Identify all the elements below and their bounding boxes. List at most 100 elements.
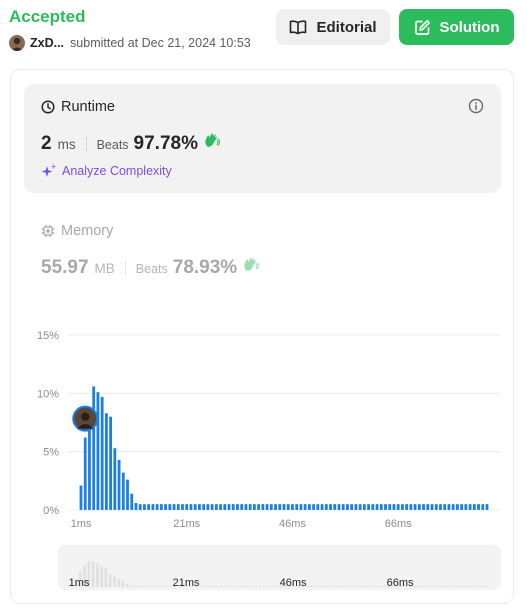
chart-bar: [113, 448, 117, 510]
author-name[interactable]: ZxD...: [30, 36, 64, 50]
chart-bar: [350, 504, 354, 510]
chart-bar: [223, 504, 227, 510]
navigator-bar: [455, 585, 459, 587]
chart-bar: [151, 504, 155, 510]
navigator-bar: [314, 585, 318, 587]
avatar[interactable]: [9, 35, 25, 51]
chart-bar: [143, 504, 146, 510]
navigator-bar: [344, 585, 348, 587]
navigator-bar: [327, 585, 330, 587]
chart-bar: [181, 504, 184, 510]
chart-bar: [485, 504, 489, 510]
navigator-bar: [485, 585, 489, 587]
book-open-icon: [290, 20, 307, 35]
navigator-bar: [250, 585, 253, 587]
y-tick-label: 0%: [43, 505, 59, 517]
chart-bar: [155, 504, 159, 510]
navigator-bar: [160, 585, 163, 587]
chart-bar: [451, 504, 455, 510]
chart-bar: [189, 504, 193, 510]
navigator-bar: [168, 585, 172, 587]
navigator-bar: [382, 585, 386, 587]
navigator-bar: [421, 585, 425, 587]
navigator-bar: [220, 585, 223, 587]
navigator-bar: [117, 579, 121, 587]
navigator-bar: [156, 585, 159, 587]
chart-bar: [468, 504, 472, 510]
chart-bar: [405, 504, 409, 510]
navigator-bar: [130, 585, 133, 587]
navigator-bar: [472, 585, 476, 587]
chart-bar: [138, 504, 142, 510]
navigator-bar: [100, 566, 103, 587]
chart-bar: [472, 504, 476, 510]
chart-bar: [303, 504, 307, 510]
navigator-bar: [361, 585, 365, 587]
navigator-bar: [275, 585, 279, 587]
chart-bar: [79, 485, 83, 510]
chart-bar: [358, 504, 362, 510]
chart-bar: [206, 504, 210, 510]
chart-bar: [430, 504, 434, 510]
chart-bar: [481, 504, 485, 510]
navigator-bar: [245, 585, 249, 587]
navigator-bar: [318, 585, 322, 587]
navigator-bar: [477, 585, 480, 587]
chart-bar: [295, 504, 299, 510]
navigator-bar: [352, 585, 356, 587]
navigator-bar: [348, 585, 352, 587]
navigator-bar: [331, 585, 335, 587]
navigator-bar: [113, 576, 116, 587]
chart-bar: [341, 504, 345, 510]
chart-bar: [329, 504, 332, 510]
chart-bar: [261, 504, 265, 510]
navigator-bar: [378, 585, 382, 587]
chart-bar: [426, 504, 430, 510]
chart-bar: [409, 504, 413, 510]
navigator-bar: [104, 567, 108, 587]
navigator-bar: [370, 585, 373, 587]
chart-bar: [214, 504, 218, 510]
chart-bar: [299, 504, 303, 510]
chart-bar: [375, 504, 379, 510]
chart-bar: [117, 459, 121, 510]
chart-bar: [460, 504, 464, 510]
navigator-bar: [417, 585, 420, 587]
navigator-tick-label: 21ms: [173, 577, 200, 589]
x-tick-label: 66ms: [385, 518, 412, 530]
chart-bar: [100, 396, 104, 510]
chart-bar: [172, 504, 176, 510]
chart-bar: [324, 504, 328, 510]
y-tick-label: 5%: [43, 447, 59, 459]
navigator-bar: [134, 585, 138, 587]
navigator-bar: [481, 585, 485, 587]
navigator-bar: [335, 585, 339, 587]
chart-bar: [198, 504, 201, 510]
chart-bar: [202, 504, 206, 510]
submission-meta: ZxD... submitted at Dec 21, 2024 10:53: [9, 35, 251, 51]
chart-bar: [236, 504, 239, 510]
navigator-bar: [224, 585, 228, 587]
chart-bar: [455, 504, 459, 510]
navigator-bar: [438, 585, 442, 587]
editorial-button[interactable]: Editorial: [276, 9, 390, 45]
navigator-bar: [96, 563, 99, 587]
navigator-bar: [203, 585, 206, 587]
edit-note-icon: [414, 19, 430, 35]
chart-bar: [244, 504, 248, 510]
chart-bar: [176, 504, 180, 510]
chart-bar: [252, 504, 256, 510]
navigator-bar: [258, 585, 262, 587]
chart-bar: [231, 504, 235, 510]
chart-bar: [121, 472, 125, 510]
chart-bar: [257, 504, 261, 510]
chart-bar: [92, 386, 96, 510]
solution-button[interactable]: Solution: [399, 9, 514, 45]
avatar-head: [81, 412, 90, 421]
navigator-bar: [447, 585, 450, 587]
chart-bar: [240, 504, 244, 510]
navigator-bar: [237, 585, 240, 587]
chart-bar: [147, 504, 151, 510]
chart-bar: [320, 504, 324, 510]
chart-bar: [109, 416, 113, 510]
